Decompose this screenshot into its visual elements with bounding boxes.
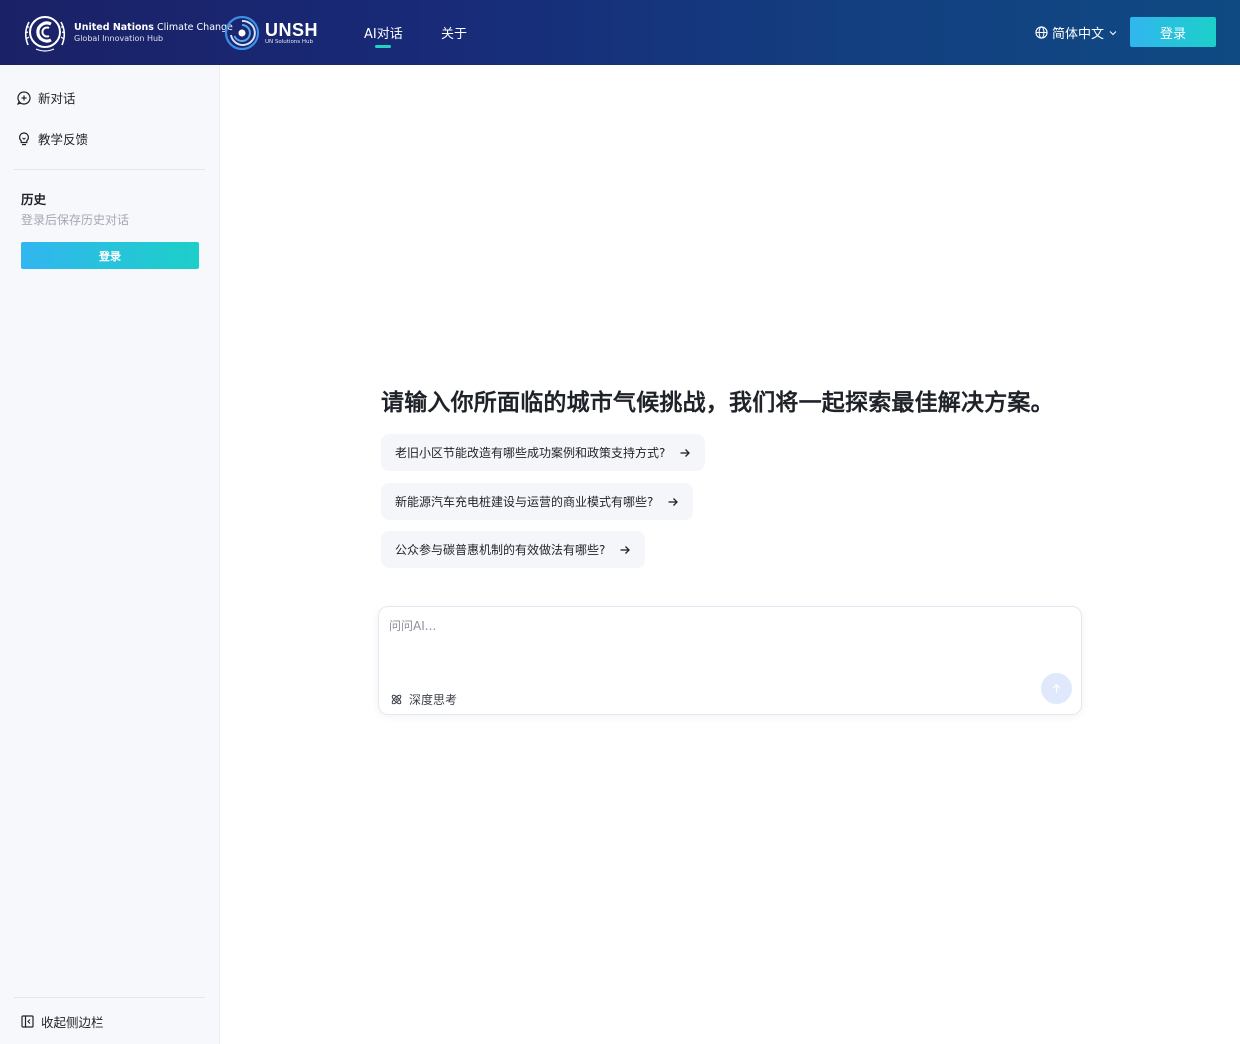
chat-input[interactable] [389,617,1049,667]
language-label: 简体中文 [1052,27,1105,42]
unfccc-name-thin: Climate Change [153,22,233,33]
history-title: 历史 [21,192,47,207]
chat-plus-icon [17,90,31,105]
unfccc-logo[interactable]: United Nations Climate Change Global Inn… [22,13,233,53]
chat-input-box: 深度思考 [378,606,1082,715]
sidebar-login-button[interactable]: 登录 [21,242,199,269]
tab-about[interactable]: 关于 [441,0,467,65]
sidebar-divider-bottom [14,997,205,998]
arrow-up-icon [1052,683,1061,693]
unsh-spiral-icon [224,15,260,51]
suggestion-chip[interactable]: 公众参与碳普惠机制的有效做法有哪些? [381,531,646,568]
history-hint: 登录后保存历史对话 [21,213,130,227]
suggestion-chip[interactable]: 新能源汽车充电桩建设与运营的商业模式有哪些? [381,483,694,520]
new-chat-button[interactable]: 新对话 [17,88,76,107]
unfccc-subtitle: Global Innovation Hub [74,34,164,43]
header-login-button[interactable]: 登录 [1130,17,1216,47]
send-button[interactable] [1041,673,1072,704]
suggestion-chip[interactable]: 老旧小区节能改造有哪些成功案例和政策支持方式? [381,434,706,471]
suggestion-text: 公众参与碳普惠机制的有效做法有哪些? [395,543,606,557]
lightbulb-icon [19,131,29,145]
language-select[interactable]: 简体中文 [1035,23,1117,42]
suggestion-text: 新能源汽车充电桩建设与运营的商业模式有哪些? [395,495,654,509]
top-bar: United Nations Climate Change Global Inn… [0,0,1240,65]
page-headline: 请输入你所面临的城市气候挑战，我们将一起探索最佳解决方案。 [381,390,1054,416]
tab-ai-chat[interactable]: AI对话 [364,0,403,65]
arrow-right-icon [620,545,631,554]
atom-icon [391,694,402,705]
unsh-name: UNSH [265,19,319,40]
suggestion-text: 老旧小区节能改造有哪些成功案例和政策支持方式? [395,446,666,460]
unfccc-name-bold: United Nations [74,22,154,33]
feedback-label: 教学反馈 [38,132,89,147]
globe-icon [1035,26,1048,39]
collapse-sidebar-button[interactable]: 收起侧边栏 [21,1012,104,1031]
unsh-logo[interactable]: UNSH UN Solutions Hub [224,15,318,51]
deep-think-toggle[interactable]: 深度思考 [390,691,457,708]
sidebar-divider [14,169,205,170]
unsh-subtitle: UN Solutions Hub [265,38,314,45]
arrow-right-icon [680,448,691,457]
sidebar: 新对话 教学反馈 历史 登录后保存历史对话 登录 收起侧边栏 [0,65,220,1044]
collapse-sidebar-label: 收起侧边栏 [41,1015,104,1030]
un-emblem-icon [24,16,66,52]
feedback-button[interactable]: 教学反馈 [17,129,88,148]
new-chat-label: 新对话 [38,91,76,106]
collapse-sidebar-icon [21,1015,34,1028]
deep-think-label: 深度思考 [409,693,458,707]
arrow-right-icon [668,497,679,506]
chevron-down-icon [1109,30,1117,35]
